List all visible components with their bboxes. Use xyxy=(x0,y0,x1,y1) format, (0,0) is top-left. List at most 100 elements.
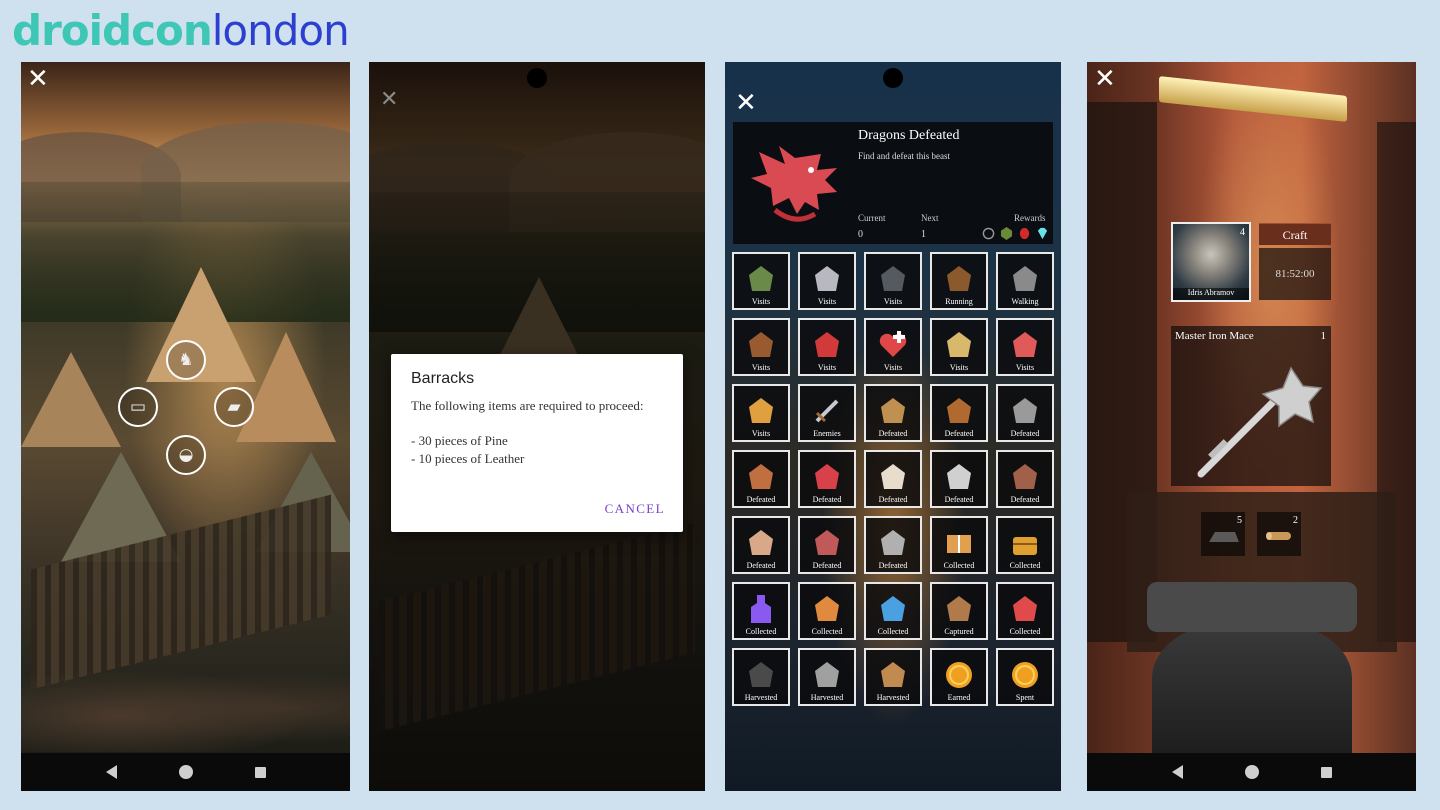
achievement-tile-label: Visits xyxy=(751,429,771,438)
home-icon[interactable] xyxy=(1244,765,1259,779)
achievement-tile-label: Visits xyxy=(949,363,969,372)
achievement-tile[interactable]: Defeated xyxy=(996,384,1054,442)
required-item: - 30 pieces of Pine xyxy=(411,433,508,448)
achievement-tile-label: Collected xyxy=(877,627,909,636)
wolf-icon xyxy=(881,530,905,555)
achievement-tile[interactable]: Spent xyxy=(996,648,1054,706)
wolf-icon xyxy=(1013,398,1037,423)
achievement-tile-label: Walking xyxy=(1011,297,1039,306)
achievement-tile[interactable]: Defeated xyxy=(864,516,922,574)
achievement-tile[interactable]: Collected xyxy=(930,516,988,574)
close-icon[interactable]: ✕ xyxy=(1094,66,1116,92)
achievement-tile[interactable]: Visits xyxy=(864,252,922,310)
achievement-tile[interactable]: Defeated xyxy=(732,450,790,508)
cancel-button[interactable]: CANCEL xyxy=(605,501,665,517)
achievement-tile[interactable]: Defeated xyxy=(930,384,988,442)
achievement-tile[interactable]: Collected xyxy=(996,582,1054,640)
reward-icons xyxy=(982,227,1049,240)
serpent-icon xyxy=(749,464,773,489)
achievement-tile[interactable]: Collected xyxy=(996,516,1054,574)
achievement-tile-label: Visits xyxy=(883,363,903,372)
achievement-tile-label: Visits xyxy=(883,297,903,306)
tent xyxy=(236,332,336,442)
mushroom-icon xyxy=(815,596,839,621)
wizard-icon xyxy=(815,530,839,555)
tent xyxy=(21,352,121,447)
character-count: 4 xyxy=(1240,227,1245,238)
marker-chest[interactable]: ▭ xyxy=(118,387,158,427)
current-label: Current xyxy=(858,213,886,223)
scarecrow-icon xyxy=(749,398,773,423)
achievement-tile[interactable]: Defeated xyxy=(732,516,790,574)
achievement-tile-label: Collected xyxy=(1009,561,1041,570)
next-label: Next xyxy=(921,213,939,223)
marker-anvil[interactable]: ▰ xyxy=(214,387,254,427)
achievement-tile[interactable]: Visits xyxy=(798,318,856,376)
phone-forge: ✕ 4 Idris Abramov Craft 81:52:00 Master … xyxy=(1087,62,1416,791)
book-icon xyxy=(947,535,971,553)
achievement-tile[interactable]: Walking xyxy=(996,252,1054,310)
achievement-tile[interactable]: Collected xyxy=(732,582,790,640)
achievement-tile[interactable]: Harvested xyxy=(732,648,790,706)
character-portrait[interactable]: 4 Idris Abramov xyxy=(1171,222,1251,302)
crafted-item-panel: Master Iron Mace 1 xyxy=(1171,326,1331,486)
ceiling-lamp xyxy=(1159,76,1347,122)
close-icon[interactable]: ✕ xyxy=(27,66,49,92)
knight-icon xyxy=(815,266,839,291)
android-nav-bar xyxy=(1087,753,1416,791)
back-icon[interactable] xyxy=(1171,765,1183,779)
achievement-tile-label: Visits xyxy=(817,363,837,372)
required-item: - 10 pieces of Leather xyxy=(411,451,525,466)
marker-knight[interactable]: ♞ xyxy=(166,340,206,380)
achievement-tile[interactable]: Captured xyxy=(930,582,988,640)
recents-icon[interactable] xyxy=(1320,766,1332,778)
achievement-tile[interactable]: Visits xyxy=(930,318,988,376)
achievement-tile[interactable]: Enemies xyxy=(798,384,856,442)
requirement-ingot: 5 xyxy=(1201,512,1245,556)
achievement-tile[interactable]: Visits xyxy=(996,318,1054,376)
achievement-tile[interactable]: Running xyxy=(930,252,988,310)
dragon-icon xyxy=(815,464,839,489)
achievement-tile[interactable]: Visits xyxy=(732,252,790,310)
cauldron-icon: ◒ xyxy=(178,445,194,465)
achievement-tile-label: Spent xyxy=(1015,693,1035,702)
achievement-tile[interactable]: Defeated xyxy=(864,384,922,442)
achievement-tile[interactable]: Defeated xyxy=(930,450,988,508)
achievement-tile[interactable]: Defeated xyxy=(996,450,1054,508)
achievement-tile[interactable]: Visits xyxy=(732,318,790,376)
coin-icon xyxy=(1012,662,1038,688)
close-icon[interactable]: ✕ xyxy=(735,90,757,116)
craft-timer: 81:52:00 xyxy=(1259,248,1331,300)
close-icon[interactable]: ✕ xyxy=(380,87,398,113)
dragon-icon xyxy=(751,146,837,222)
dialog-message: The following items are required to proc… xyxy=(411,398,644,413)
stone-icon xyxy=(815,662,839,687)
back-icon[interactable] xyxy=(105,765,117,779)
achievement-tile[interactable]: Collected xyxy=(864,582,922,640)
current-value: 0 xyxy=(858,229,863,240)
achievement-tile[interactable]: Defeated xyxy=(798,516,856,574)
achievement-tile-label: Collected xyxy=(745,627,777,636)
achievement-tile[interactable]: Collected xyxy=(798,582,856,640)
coin-icon xyxy=(946,662,972,688)
viking-helmet-icon xyxy=(881,398,905,423)
achievement-tile-label: Defeated xyxy=(878,495,908,504)
achievement-tile-label: Defeated xyxy=(746,495,776,504)
boot-icon xyxy=(1013,266,1037,291)
achievement-tile[interactable]: Visits xyxy=(798,252,856,310)
anvil-icon xyxy=(881,266,905,291)
achievement-tile[interactable]: Defeated xyxy=(798,450,856,508)
achievement-tile[interactable]: Harvested xyxy=(798,648,856,706)
home-icon[interactable] xyxy=(178,765,193,779)
green-gem-icon xyxy=(1000,227,1013,240)
achievement-tile[interactable]: Defeated xyxy=(864,450,922,508)
achievement-tile[interactable]: Visits xyxy=(732,384,790,442)
marker-cauldron[interactable]: ◒ xyxy=(166,435,206,475)
achievement-tile[interactable]: Earned xyxy=(930,648,988,706)
craft-button[interactable]: Craft xyxy=(1259,223,1331,245)
achievement-tile[interactable]: Harvested xyxy=(864,648,922,706)
boot-icon xyxy=(947,266,971,291)
diamond-icon xyxy=(1037,227,1048,240)
achievement-tile[interactable]: Visits xyxy=(864,318,922,376)
recents-icon[interactable] xyxy=(254,766,266,778)
